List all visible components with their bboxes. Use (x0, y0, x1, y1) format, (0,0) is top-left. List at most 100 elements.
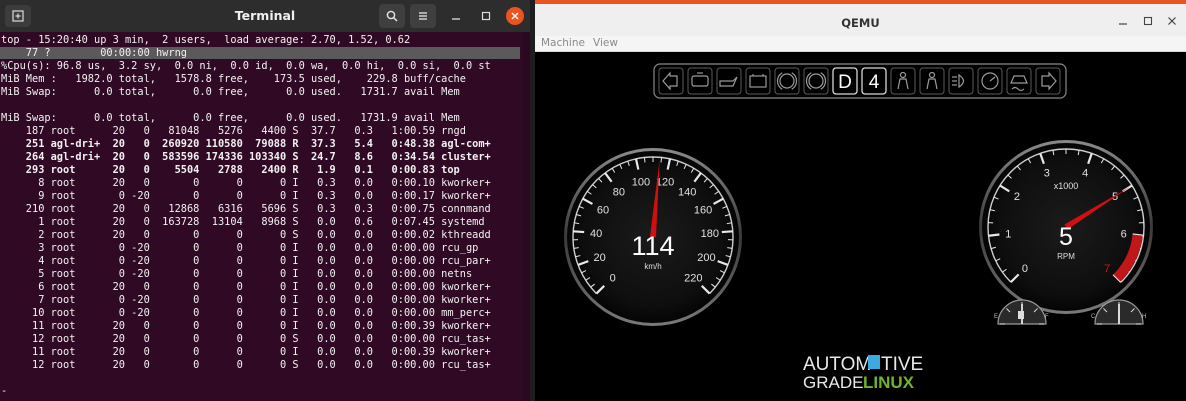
terminal-line: 264 agl-dri+ 20 0 583596 174336 103340 S… (1, 151, 491, 163)
gear-number: 4 (869, 72, 880, 93)
qemu-window: QEMU Machine View D 4 0 20 40 60 80 100 … (535, 0, 1186, 401)
terminal-line: top - 15:20:40 up 3 min, 2 users, load a… (1, 34, 411, 46)
minimize-button[interactable] (447, 7, 465, 25)
terminal-line: - (1, 385, 8, 397)
tacho-tick-label: 6 (1121, 228, 1127, 240)
terminal-line: 251 agl-dri+ 20 0 260920 110580 79088 R … (1, 138, 491, 150)
terminal-line: 3 root 0 -20 0 0 0 I 0.0 0.0 0:00.00 rcu… (1, 242, 479, 254)
tachometer: 0123 45675RPMx1000 (979, 140, 1153, 314)
search-button[interactable] (379, 4, 405, 28)
terminal-line: MiB Swap: 0.0 total, 0.0 free, 0.0 used.… (1, 86, 460, 98)
speed-tick-label: 80 (613, 186, 625, 198)
qemu-titlebar: QEMU (535, 4, 1186, 36)
hamburger-icon (419, 12, 427, 20)
tacho-tick-label: 3 (1044, 167, 1050, 179)
terminal-line: 293 root 20 0 5504 2788 2400 R 1.9 0.1 0… (1, 164, 460, 176)
minimize-icon (452, 18, 460, 20)
turn-right-icon (1041, 71, 1057, 91)
speed-tick-label: 160 (694, 205, 712, 217)
airbag-icon (926, 71, 938, 90)
gear-letter: D (838, 72, 852, 93)
engine-icon (691, 72, 709, 87)
terminal-line: 9 root 0 -20 0 0 0 I 0.3 0.0 0:00.17 kwo… (1, 190, 491, 202)
tacho-multiplier: x1000 (1054, 181, 1079, 191)
speed-tick-label: 60 (597, 205, 609, 217)
menu-machine[interactable]: Machine (541, 37, 585, 49)
terminal-line: 8 root 20 0 0 0 0 I 0.3 0.0 0:00.10 kwor… (1, 177, 491, 189)
speedometer: 020406080100 120140160180200220114km/h (564, 148, 742, 326)
terminal-line: 7 root 0 -20 0 0 0 I 0.0 0.0 0:00.00 kwo… (1, 294, 491, 306)
speed-tick-label: 100 (632, 176, 650, 188)
terminal-line: %Cpu(s): 96.8 us, 3.2 sy, 0.0 ni, 0.0 id… (1, 60, 491, 72)
speed-value: 114 (631, 231, 674, 261)
terminal-line: 77 ? 00:00:00 hwrng (1, 47, 187, 59)
speed-tick (660, 157, 663, 163)
terminal-line: 1 root 20 0 163728 13104 8968 S 0.0 0.6 … (1, 216, 485, 228)
seatbelt-icon (897, 71, 909, 90)
temp-label-low: C (1091, 314, 1096, 320)
tacho-tick-label: 4 (1082, 167, 1088, 179)
cluster-display[interactable]: D4 0 20 40 60 80 100 120 140 160 180 200 220 114 km/h… (535, 52, 1186, 401)
fuel-label-low: E (994, 314, 998, 320)
speed-tick (573, 230, 585, 234)
tacho-tick (988, 233, 1000, 237)
indicator-icons: D4 (658, 67, 1061, 95)
tacho-tick-label: 7 (1104, 263, 1110, 275)
speed-tick (721, 230, 733, 234)
speed-tick-label: 40 (590, 228, 602, 240)
terminal-line: 4 root 0 -20 0 0 0 I 0.0 0.0 0:00.00 rcu… (1, 255, 491, 267)
maximize-icon (1143, 16, 1153, 26)
speed-tick-label: 200 (697, 252, 715, 264)
traction-icon (1010, 75, 1028, 92)
terminal-line: 12 root 20 0 0 0 0 S 0.0 0.0 0:00.00 rcu… (1, 359, 491, 371)
speed-tick (643, 157, 646, 163)
oil-icon (719, 76, 738, 87)
close-button[interactable] (506, 7, 524, 25)
logo-line1-a: AUTOM (803, 354, 871, 375)
logo-square (868, 355, 880, 369)
terminal-line: MiB Mem : 1982.0 total, 1578.8 free, 173… (1, 73, 466, 85)
qemu-menubar: Machine View (535, 36, 1186, 52)
close-icon (511, 12, 519, 20)
maximize-button[interactable] (477, 7, 495, 25)
maximize-icon (481, 11, 491, 21)
cruise-icon (981, 72, 999, 90)
terminal-line: 11 root 20 0 0 0 0 I 0.0 0.0 0:00.39 kwo… (1, 320, 491, 332)
speed-tick-label: 140 (678, 186, 696, 198)
qemu-minimize-button[interactable] (1116, 14, 1130, 28)
tacho-unit: RPM (1057, 252, 1075, 261)
qemu-title: QEMU (841, 16, 880, 30)
speed-tick-label: 20 (593, 252, 605, 264)
brake-icon (805, 72, 827, 90)
instrument-cluster: D4 020406080100 120140160180200220114km/h… (564, 63, 1153, 392)
fuel-pump-icon (1018, 311, 1024, 319)
tacho-value: 5 (1059, 223, 1073, 251)
menu-button[interactable] (410, 4, 436, 28)
menu-view[interactable]: View (593, 37, 618, 49)
terminal-line: MiB Swap: 0.0 total, 0.0 free, 0.0 used.… (1, 112, 460, 124)
terminal-line: 10 root 0 -20 0 0 0 I 0.0 0.0 0:00.00 mm… (1, 307, 491, 319)
turn-left-icon (662, 71, 678, 91)
temp-label-high: H (1142, 314, 1146, 320)
tacho-tick-label: 0 (1022, 263, 1028, 275)
terminal-line: 6 root 20 0 0 0 0 I 0.0 0.0 0:00.00 kwor… (1, 281, 491, 293)
qemu-maximize-button[interactable] (1141, 14, 1155, 28)
terminal-window: Terminal top - 15:20:40 up 3 min, 2 user… (0, 0, 530, 401)
speed-tick (573, 247, 579, 249)
minimize-icon (1119, 23, 1127, 25)
speed-tick-label: 180 (701, 228, 719, 240)
indicator-bar (653, 63, 1067, 99)
terminal-line: 12 root 20 0 0 0 0 S 0.0 0.0 0:00.00 rcu… (1, 333, 491, 345)
speed-tick (727, 247, 733, 249)
close-icon (1168, 17, 1176, 25)
terminal-output[interactable]: top - 15:20:40 up 3 min, 2 users, load a… (0, 32, 530, 401)
terminal-line: 2 root 20 0 0 0 0 S 0.0 0.0 0:00.02 kthr… (1, 229, 491, 241)
terminal-line: 11 root 20 0 0 0 0 I 0.0 0.0 0:00.39 kwo… (1, 346, 491, 358)
terminal-line: 210 root 20 0 12868 6316 5696 S 0.3 0.3 … (1, 203, 491, 215)
terminal-scrollbar[interactable] (522, 32, 530, 401)
search-icon (386, 10, 398, 22)
logo-line2-b: LINUX (863, 373, 915, 392)
qemu-close-button[interactable] (1165, 14, 1179, 28)
logo-line1-b: TIVE (881, 354, 923, 375)
headlight-icon (952, 73, 965, 89)
